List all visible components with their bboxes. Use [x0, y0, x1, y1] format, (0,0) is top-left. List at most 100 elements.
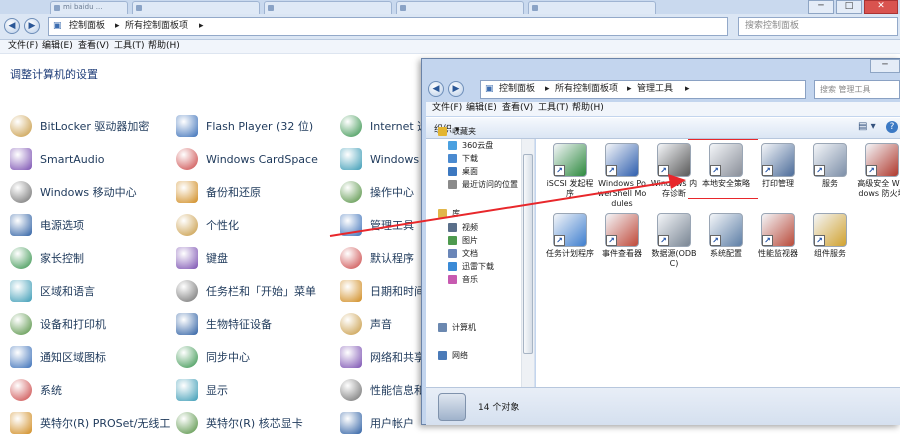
control-panel-item[interactable]: SmartAudio — [10, 148, 105, 170]
control-panel-item[interactable]: Windows 移动中心 — [10, 181, 137, 203]
nav-item[interactable]: 下载 — [448, 152, 478, 164]
control-panel-item[interactable]: 键盘 — [176, 247, 228, 269]
admin-tool-item[interactable]: ↗ 事件查看器 — [596, 213, 648, 259]
breadcrumb-item[interactable]: 管理工具 — [637, 81, 673, 98]
browser-tab[interactable] — [528, 1, 656, 14]
control-panel-item[interactable]: Windows — [340, 148, 419, 170]
control-panel-item[interactable]: BitLocker 驱动器加密 — [10, 115, 149, 137]
control-panel-item[interactable]: 显示 — [176, 379, 228, 401]
admin-tool-item[interactable]: ↗ 组件服务 — [804, 213, 856, 259]
control-panel-item[interactable]: 备份和还原 — [176, 181, 261, 203]
admin-tool-item[interactable]: ↗ Windows PowerShell Modules — [596, 143, 648, 209]
control-panel-item[interactable]: 操作中心 — [340, 181, 414, 203]
admin-tool-item[interactable]: ↗ 数据源(ODBC) — [648, 213, 700, 269]
control-panel-item-label: 电源选项 — [40, 219, 84, 232]
control-panel-item[interactable]: Flash Player (32 位) — [176, 115, 313, 137]
menu-view[interactable]: 查看(V) — [502, 102, 533, 115]
breadcrumb-item[interactable]: 所有控制面板项 — [555, 81, 618, 98]
menu-view[interactable]: 查看(V) — [78, 40, 109, 53]
computer-icon — [438, 322, 447, 332]
browser-tab[interactable] — [132, 1, 260, 14]
control-panel-item[interactable]: 家长控制 — [10, 247, 84, 269]
menu-file[interactable]: 文件(F) — [8, 40, 38, 53]
menu-help[interactable]: 帮助(H) — [148, 40, 180, 53]
control-panel-item[interactable]: Internet 选 — [340, 115, 428, 137]
control-panel-item[interactable]: 个性化 — [176, 214, 239, 236]
maximize-button[interactable]: □ — [836, 0, 862, 14]
close-button[interactable]: ✕ — [864, 0, 898, 14]
address-bar[interactable]: ▣ 控制面板 ▸ 所有控制面板项 ▸ 管理工具 ▸ — [480, 80, 806, 99]
admin-tool-item[interactable]: ↗ 任务计划程序 — [544, 213, 596, 259]
menu-help[interactable]: 帮助(H) — [572, 102, 604, 115]
address-bar[interactable]: ▣ 控制面板 ▸ 所有控制面板项 ▸ — [48, 17, 728, 36]
control-panel-item[interactable]: Windows CardSpace — [176, 148, 318, 170]
windows-icon — [340, 148, 362, 170]
breadcrumb-item[interactable]: 控制面板 — [499, 81, 535, 98]
admin-tool-item[interactable]: ↗ 高级安全 Windows 防火墙 — [856, 143, 900, 199]
search-input[interactable]: 搜索 管理工具 — [814, 80, 900, 99]
menu-file[interactable]: 文件(F) — [432, 102, 462, 115]
control-panel-item[interactable]: 英特尔(R) PROSet/无线工 — [10, 412, 170, 434]
nav-item[interactable]: 360云盘 — [448, 139, 493, 151]
system-icon — [10, 379, 32, 401]
minimize-button[interactable]: ─ — [808, 0, 834, 14]
control-panel-item[interactable]: 任务栏和「开始」菜单 — [176, 280, 316, 302]
control-panel-item[interactable]: 电源选项 — [10, 214, 84, 236]
nav-item[interactable]: 库 — [438, 207, 460, 219]
forward-button[interactable]: ▶ — [448, 81, 464, 97]
control-panel-item-label: 通知区域图标 — [40, 351, 106, 364]
back-button[interactable]: ◀ — [4, 18, 20, 34]
help-icon[interactable]: ? — [886, 121, 898, 133]
browser-tab[interactable]: mi baidu ... — [50, 1, 128, 14]
search-input[interactable]: 搜索控制面板 — [738, 17, 898, 36]
desktop-icon — [448, 166, 457, 176]
control-panel-item[interactable]: 区域和语言 — [10, 280, 95, 302]
nav-item[interactable]: 收藏夹 — [438, 125, 476, 137]
menu-tools[interactable]: 工具(T) — [114, 40, 145, 53]
control-panel-item[interactable]: 网络和共享 — [340, 346, 425, 368]
forward-button[interactable]: ▶ — [24, 18, 40, 34]
scrollbar-thumb[interactable] — [523, 154, 533, 354]
minimize-button[interactable]: ─ — [870, 59, 900, 73]
admin-tool-item[interactable]: ↗ 打印管理 — [752, 143, 804, 189]
back-button[interactable]: ◀ — [428, 81, 444, 97]
intel-graphics-icon — [176, 412, 198, 434]
control-panel-item[interactable]: 默认程序 — [340, 247, 414, 269]
control-panel-item[interactable]: 同步中心 — [176, 346, 250, 368]
control-panel-item[interactable]: 性能信息和 — [340, 379, 425, 401]
nav-item[interactable]: 计算机 — [438, 321, 476, 333]
control-panel-item[interactable]: 通知区域图标 — [10, 346, 106, 368]
nav-item[interactable]: 网络 — [438, 349, 468, 361]
nav-item[interactable]: 最近访问的位置 — [448, 178, 518, 190]
control-panel-item[interactable]: 用户帐户 — [340, 412, 414, 434]
breadcrumb-item[interactable]: 所有控制面板项 — [125, 18, 188, 35]
nav-item[interactable]: 视频 — [448, 221, 478, 233]
control-panel-item[interactable]: 日期和时间 — [340, 280, 425, 302]
breadcrumb-item[interactable]: 控制面板 — [69, 18, 105, 35]
menu-edit[interactable]: 编辑(E) — [42, 40, 73, 53]
browser-tab[interactable] — [396, 1, 524, 14]
admin-tool-item[interactable]: ↗ 服务 — [804, 143, 856, 189]
nav-item[interactable]: 音乐 — [448, 273, 478, 285]
nav-item[interactable]: 文档 — [448, 247, 478, 259]
browser-tab[interactable] — [264, 1, 392, 14]
view-options-icon[interactable]: ▤ ▾ — [858, 121, 876, 132]
nav-item[interactable]: 迅雷下载 — [448, 260, 494, 272]
control-panel-item[interactable]: 设备和打印机 — [10, 313, 106, 335]
admin-tool-label: 高级安全 Windows 防火墙 — [857, 179, 900, 198]
admin-tool-item[interactable]: ↗ iSCSI 发起程序 — [544, 143, 596, 199]
status-bar: 14 个对象 — [426, 387, 900, 425]
control-panel-item[interactable]: 管理工具 — [340, 214, 414, 236]
control-panel-item[interactable]: 系统 — [10, 379, 62, 401]
control-panel-item[interactable]: 英特尔(R) 核芯显卡 — [176, 412, 303, 434]
admin-tool-item[interactable]: ↗ 系统配置 — [700, 213, 752, 259]
menu-edit[interactable]: 编辑(E) — [466, 102, 497, 115]
control-panel-item[interactable]: 声音 — [340, 313, 392, 335]
nav-scrollbar[interactable] — [521, 139, 534, 387]
nav-item[interactable]: 图片 — [448, 234, 478, 246]
control-panel-item[interactable]: 生物特征设备 — [176, 313, 272, 335]
control-panel-item-label: 用户帐户 — [370, 417, 414, 430]
nav-item[interactable]: 桌面 — [448, 165, 478, 177]
menu-tools[interactable]: 工具(T) — [538, 102, 569, 115]
admin-tool-item[interactable]: ↗ 性能监视器 — [752, 213, 804, 259]
